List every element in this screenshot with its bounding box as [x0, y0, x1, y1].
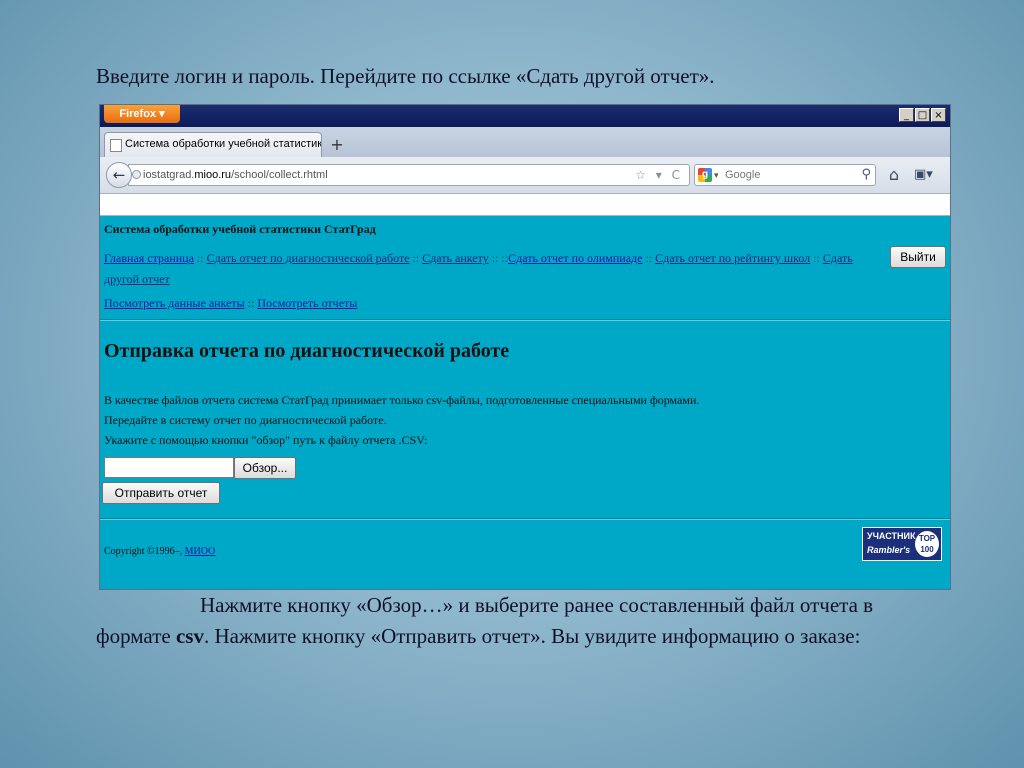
- web-page: Система обработки учебной статистики Ста…: [100, 216, 950, 589]
- bookmarks-bar: [100, 194, 950, 216]
- search-bar[interactable]: g ▾ Google ⚲: [694, 164, 876, 186]
- menu-separator: ::: [813, 251, 820, 265]
- browser-window: Firefox ▾ _ □ × Система обработки учебно…: [99, 104, 951, 590]
- menu-separator: ::: [196, 251, 204, 265]
- menu-separator: ::: [412, 251, 420, 265]
- slide-body-bold: csv: [175, 624, 204, 648]
- search-placeholder: Google: [725, 169, 761, 181]
- menu-separator: ::: [247, 296, 255, 310]
- magnifier-icon[interactable]: ⚲: [861, 165, 871, 185]
- bookmark-star-reload-icons[interactable]: ☆ ▾ C: [635, 165, 683, 185]
- rambler-line2: Rambler's: [867, 545, 911, 555]
- menu-link-view-reports[interactable]: Посмотреть отчеты: [257, 296, 357, 310]
- slide-body-text-2: . Нажмите кнопку «Отправить отчет». Вы у…: [203, 624, 861, 648]
- file-upload-row: Обзор...: [104, 457, 296, 479]
- file-path-input[interactable]: [104, 457, 234, 478]
- secondary-menu: Посмотреть данные анкеты :: Посмотреть о…: [104, 296, 357, 311]
- instruction-line: В качестве файлов отчета система СтатГра…: [104, 393, 700, 407]
- instructions: В качестве файлов отчета система СтатГра…: [104, 390, 699, 450]
- back-arrow-icon[interactable]: ←: [106, 162, 132, 188]
- menu-link-home[interactable]: Главная страница: [104, 251, 194, 265]
- instruction-line: Укажите с помощью кнопки "обзор" путь к …: [104, 433, 428, 447]
- menu-link-survey[interactable]: Сдать анкету: [422, 251, 489, 265]
- menu-link-diagnostic[interactable]: Сдать отчет по диагностической работе: [207, 251, 410, 265]
- rambler-top100-badge[interactable]: УЧАСТНИК Rambler's TOP 100: [862, 527, 942, 561]
- url-domain: mioo.ru: [194, 169, 232, 181]
- top100-icon: TOP 100: [915, 531, 939, 557]
- new-tab-button[interactable]: +: [326, 135, 348, 155]
- tab-bar: Система обработки учебной статистики ...…: [100, 127, 950, 157]
- site-title: Система обработки учебной статистики Ста…: [104, 222, 376, 236]
- menu-link-rating[interactable]: Сдать отчет по рейтингу школ: [655, 251, 810, 265]
- maximize-button[interactable]: □: [915, 108, 930, 122]
- slide-title: Введите логин и пароль. Перейдите по ссы…: [96, 64, 715, 88]
- firefox-menu-label: Firefox: [119, 108, 157, 120]
- menu-separator: ::: [491, 251, 499, 265]
- logout-button[interactable]: Выйти: [890, 246, 946, 268]
- url-bar[interactable]: iostatgrad.mioo.ru/school/collect.rhtml …: [128, 164, 690, 186]
- site-identity-icon: [132, 170, 141, 179]
- google-engine-icon[interactable]: g: [698, 168, 712, 182]
- submit-report-button[interactable]: Отправить отчет: [102, 482, 220, 504]
- navigation-toolbar: iostatgrad.mioo.ru/school/collect.rhtml …: [100, 157, 950, 194]
- slide-body: Нажмите кнопку «Обзор…» и выберите ранее…: [96, 590, 946, 652]
- divider: [100, 319, 950, 321]
- window-controls: _ □ ×: [899, 108, 946, 122]
- copyright: Copyright ©1996–, МИОО: [104, 546, 215, 557]
- page-heading: Отправка отчета по диагностической работ…: [104, 340, 510, 362]
- main-menu: Главная страница :: Сдать отчет по диагн…: [104, 248, 880, 290]
- browse-button[interactable]: Обзор...: [234, 457, 296, 479]
- menu-separator: ::: [645, 251, 653, 265]
- mioo-link[interactable]: МИОО: [185, 546, 216, 557]
- tab-title: Система обработки учебной статистики ...: [125, 138, 322, 150]
- copyright-text: Copyright ©1996–,: [104, 546, 183, 557]
- url-path: /school/collect.rhtml: [231, 169, 328, 181]
- page-favicon-icon: [110, 139, 122, 152]
- divider: [100, 518, 950, 520]
- rambler-line1: УЧАСТНИК: [867, 531, 916, 541]
- bookmarks-icon[interactable]: ▣▾: [914, 165, 944, 185]
- menu-link-olympiad[interactable]: Сдать отчет по олимпиаде: [508, 251, 642, 265]
- browser-titlebar: Firefox ▾ _ □ ×: [100, 105, 950, 127]
- engine-dropdown-icon[interactable]: ▾: [714, 165, 719, 185]
- minimize-button[interactable]: _: [899, 108, 914, 122]
- menu-link-view-survey[interactable]: Посмотреть данные анкеты: [104, 296, 245, 310]
- url-prefix: iostatgrad.: [143, 169, 195, 181]
- tab-active[interactable]: Система обработки учебной статистики ...: [104, 132, 322, 157]
- close-button[interactable]: ×: [931, 108, 946, 122]
- instruction-line: Передайте в систему отчет по диагностиче…: [104, 413, 387, 427]
- firefox-menu-button[interactable]: Firefox ▾: [104, 105, 180, 123]
- home-icon[interactable]: ⌂: [884, 165, 904, 185]
